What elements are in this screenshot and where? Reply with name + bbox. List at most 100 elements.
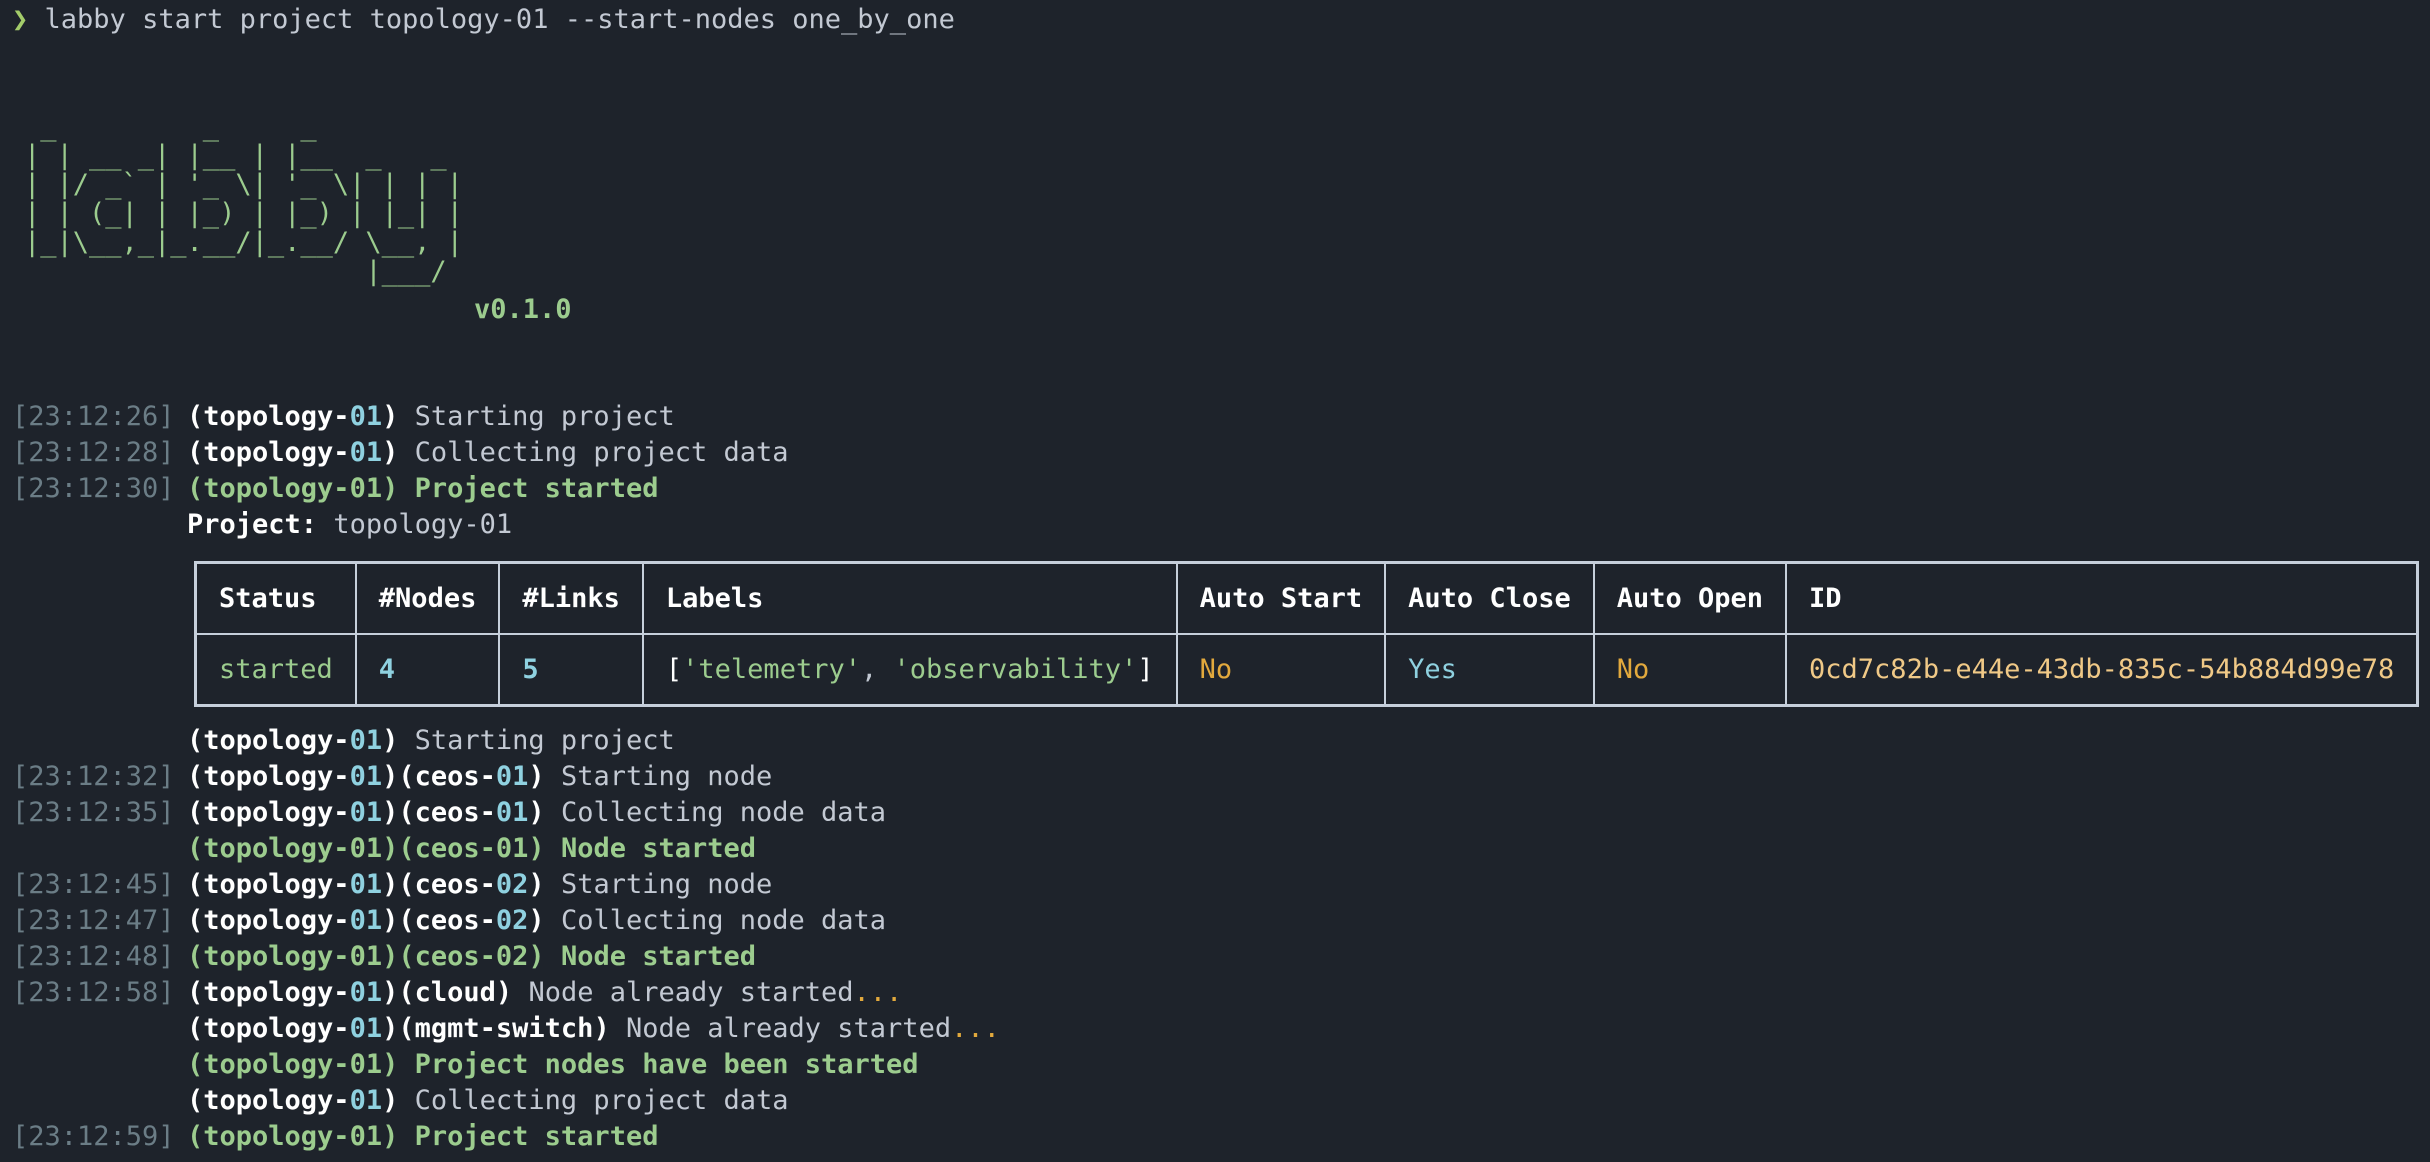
cell-nodes: 4 <box>354 633 501 707</box>
project-tag: (topology-01) <box>187 797 399 828</box>
cell-auto-close: Yes <box>1384 633 1595 707</box>
node-tag: (mgmt-switch) <box>398 1013 610 1044</box>
project-prefix: topology- <box>203 833 350 864</box>
project-number: 01 <box>349 797 383 828</box>
log-line: [23:12:45] (topology-01)(ceos-02) Startin… <box>12 867 772 903</box>
project-tag: (topology-01) <box>187 833 399 864</box>
project-number: 01 <box>349 905 383 936</box>
project-number: 01 <box>349 1013 383 1044</box>
node-number: 02 <box>495 905 529 936</box>
ellipsis: ... <box>951 1013 1000 1044</box>
project-number: 01 <box>349 761 383 792</box>
cell-id: 0cd7c82b-e44e-43db-835c-54b884d99e78 <box>1785 633 2419 707</box>
log-message: Node already started <box>625 1013 952 1044</box>
log-message: Collecting node data <box>560 905 887 936</box>
table-row: started 4 5 ['telemetry', 'observability… <box>194 633 2419 707</box>
log-message: Node already started <box>528 977 854 1008</box>
header-auto-start: Auto Start <box>1175 561 1387 635</box>
label-telemetry: 'telemetry' <box>682 654 861 685</box>
project-tag: (topology-01) <box>187 1085 399 1116</box>
project-tag: (topology-01) <box>187 437 399 468</box>
log-line: [23:12:35] (topology-01)(ceos-01) Collect… <box>12 795 886 831</box>
project-tag: (topology-01) <box>187 401 399 432</box>
project-prefix: topology- <box>203 797 350 828</box>
project-prefix: topology- <box>203 725 350 756</box>
node-tag: (ceos-02) <box>398 941 545 972</box>
node-number: 01 <box>495 761 529 792</box>
node-prefix: mgmt-switch <box>414 1013 594 1044</box>
project-name: topology-01 <box>333 509 513 540</box>
ellipsis: ... <box>853 977 903 1008</box>
project-prefix: topology- <box>203 1121 350 1152</box>
log-message: Node started <box>560 833 757 864</box>
log-line: [23:12:47] (topology-01)(ceos-02) Collect… <box>12 903 886 939</box>
header-labels: Labels <box>641 561 1178 635</box>
node-prefix: ceos- <box>414 797 496 828</box>
node-tag: (cloud) <box>398 977 513 1008</box>
log-line: [23:12:32] (topology-01)(ceos-01) Startin… <box>12 759 772 795</box>
node-tag: (ceos-02) <box>398 869 545 900</box>
header-status: Status <box>194 561 357 635</box>
project-prefix: topology- <box>203 869 350 900</box>
cell-labels: ['telemetry', 'observability'] <box>641 633 1178 707</box>
cell-status: started <box>194 633 357 707</box>
header-auto-close: Auto Close <box>1384 561 1595 635</box>
log-message: Project started <box>414 473 659 504</box>
cell-links: 5 <box>498 633 644 707</box>
project-tag: (topology-01) <box>187 1049 399 1080</box>
log-line: [23:12:28] (topology-01) Collecting proje… <box>12 435 789 471</box>
project-number: 01 <box>349 401 383 432</box>
project-number: 01 <box>349 473 383 504</box>
log-line: (topology-01)(ceos-01) Node started <box>12 831 756 867</box>
timestamp: [23:12:47] <box>12 905 175 936</box>
project-tag: (topology-01) <box>187 1013 399 1044</box>
project-prefix: topology- <box>203 437 350 468</box>
log-message: Collecting project data <box>414 1085 789 1116</box>
project-label: Project: <box>187 509 318 540</box>
project-number: 01 <box>349 1085 383 1116</box>
cell-auto-start: No <box>1175 633 1387 707</box>
project-prefix: topology- <box>203 761 350 792</box>
timestamp: [23:12:45] <box>12 869 175 900</box>
log-line: [23:12:59] (topology-01) Project started <box>12 1119 658 1155</box>
log-message: Starting project <box>414 725 675 756</box>
project-tag: (topology-01) <box>187 869 399 900</box>
node-number: 02 <box>495 941 529 972</box>
timestamp: [23:12:30] <box>12 473 175 504</box>
project-tag: (topology-01) <box>187 725 399 756</box>
log-line: [23:12:26] (topology-01) Starting project <box>12 399 675 435</box>
log-message: Collecting project data <box>414 437 789 468</box>
command-line: ❯ labby start project topology-01 --star… <box>12 2 955 38</box>
label-observability: 'observability' <box>893 654 1138 685</box>
node-number: 02 <box>495 869 529 900</box>
log-line: (topology-01)(mgmt-switch) Node already … <box>12 1011 1000 1047</box>
log-line: [23:12:30] (topology-01) Project started <box>12 471 658 507</box>
ascii-banner: _ _ _ | | __ _| |__ | |__ _ _ | |/ _` | … <box>24 111 463 287</box>
log-message: Starting node <box>560 869 773 900</box>
command-text: labby start project topology-01 --start-… <box>44 4 955 35</box>
project-summary-line: Project: topology-01 <box>12 507 512 543</box>
project-number: 01 <box>349 725 383 756</box>
project-number: 01 <box>349 1121 383 1152</box>
project-number: 01 <box>349 833 383 864</box>
prompt-symbol: ❯ <box>12 4 29 35</box>
header-nodes: #Nodes <box>354 561 501 635</box>
node-prefix: ceos- <box>414 833 496 864</box>
timestamp: [23:12:35] <box>12 797 175 828</box>
cell-auto-open: No <box>1592 633 1788 707</box>
log-line: [23:12:58] (topology-01)(cloud) Node alre… <box>12 975 902 1011</box>
node-prefix: cloud <box>414 977 496 1008</box>
header-links: #Links <box>498 561 644 635</box>
timestamp: [23:12:48] <box>12 941 175 972</box>
node-tag: (ceos-01) <box>398 833 545 864</box>
project-number: 01 <box>349 1049 383 1080</box>
terminal-window[interactable]: ❯ labby start project topology-01 --star… <box>0 0 2430 1162</box>
log-message: Project nodes have been started <box>414 1049 919 1080</box>
project-tag: (topology-01) <box>187 761 399 792</box>
timestamp: [23:12:28] <box>12 437 175 468</box>
project-table: Status #Nodes #Links Labels Auto Start A… <box>194 561 2420 707</box>
project-number: 01 <box>349 869 383 900</box>
log-message: Node started <box>560 941 757 972</box>
project-prefix: topology- <box>203 905 350 936</box>
project-prefix: topology- <box>203 977 350 1008</box>
